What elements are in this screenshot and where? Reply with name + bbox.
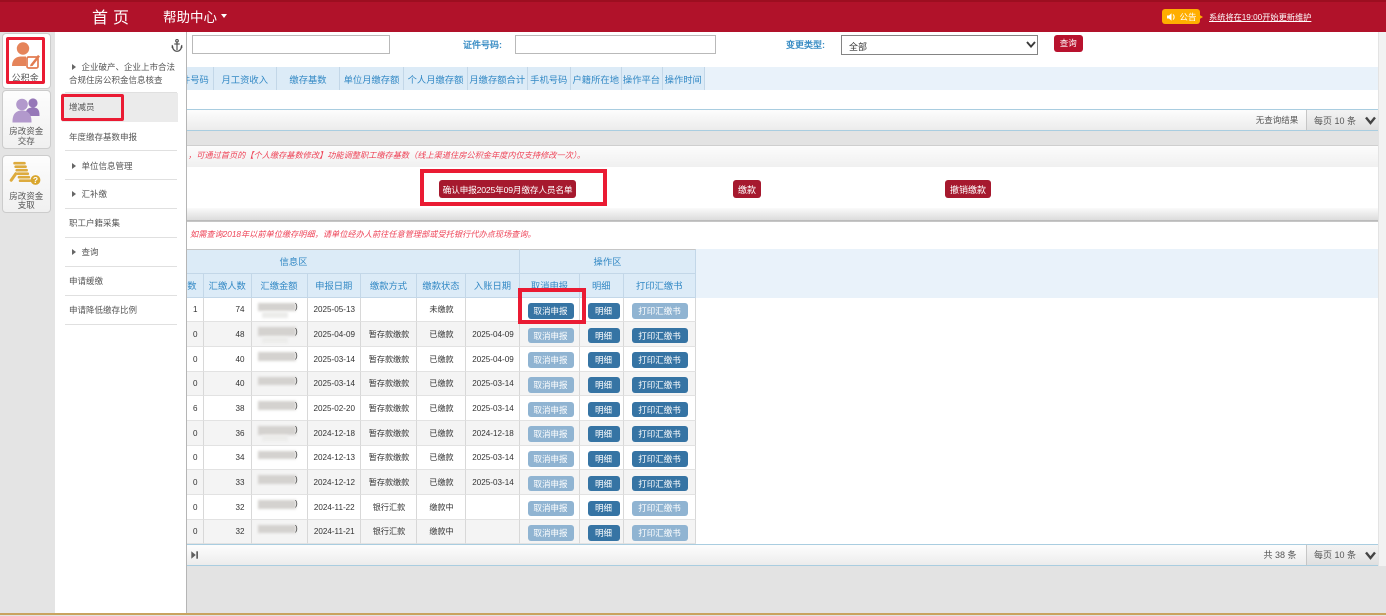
svg-text:?: ?: [33, 175, 38, 185]
